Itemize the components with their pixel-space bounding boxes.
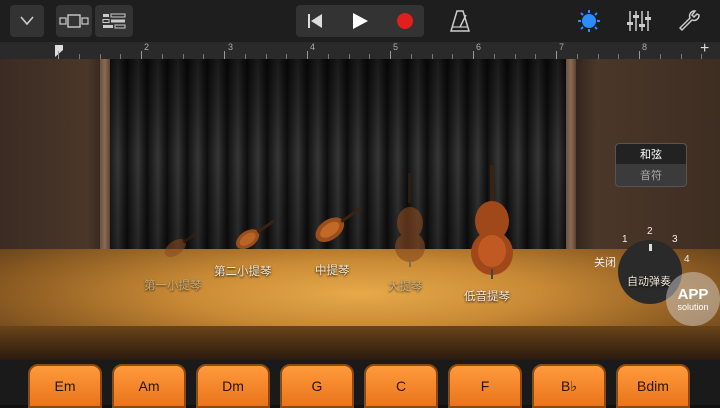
ruler-mark: 5	[393, 42, 399, 52]
top-toolbar	[0, 0, 720, 42]
ruler-mark: 2	[144, 42, 150, 52]
ruler-tick	[473, 51, 474, 59]
chord-button[interactable]: G	[280, 364, 354, 408]
ruler-mark: 4	[310, 42, 316, 52]
playhead-icon[interactable]	[54, 44, 64, 58]
watermark-text: APP	[677, 285, 709, 303]
ruler-tick	[390, 51, 391, 59]
ruler-tick	[58, 51, 59, 59]
stage-pillar-left	[100, 59, 110, 269]
wrench-icon[interactable]	[674, 5, 706, 37]
dropdown-icon[interactable]	[10, 5, 44, 37]
ruler-tick	[556, 51, 557, 59]
cello-label[interactable]: 大提琴	[388, 278, 423, 294]
ruler-tick	[141, 51, 142, 59]
viola-icon[interactable]	[306, 195, 370, 253]
ruler-mark: 8	[642, 42, 648, 52]
autoplay-position[interactable]: 4	[684, 254, 690, 265]
chords-notes-switch: 和弦 音符	[615, 143, 687, 187]
chord-button[interactable]: Bdim	[616, 364, 690, 408]
timeline-ruler[interactable]: 2 3 4 5 6 7 8 +	[0, 40, 720, 60]
mixer-icon[interactable]	[95, 5, 133, 37]
autoplay-position[interactable]: 3	[672, 234, 678, 245]
knob-indicator	[649, 244, 652, 251]
autoplay-position[interactable]: 2	[647, 226, 653, 237]
chord-button[interactable]: Em	[28, 364, 102, 408]
autoplay-label: 自动弹奏	[627, 276, 671, 288]
stage-wall-left	[0, 59, 110, 274]
first-violin-icon[interactable]	[156, 219, 206, 269]
second-violin-icon[interactable]	[228, 209, 282, 259]
rewind-icon[interactable]	[296, 5, 334, 37]
eq-sliders-icon[interactable]	[622, 5, 656, 37]
ruler-tick	[224, 51, 225, 59]
watermark-subtext: solution	[677, 301, 709, 312]
metronome-icon[interactable]	[444, 5, 476, 37]
tracks-view-icon[interactable]	[56, 5, 92, 37]
ruler-mark: 7	[559, 42, 565, 52]
ruler-tick	[307, 51, 308, 59]
ruler-mark: 3	[228, 42, 234, 52]
chord-button[interactable]: C	[364, 364, 438, 408]
autoplay-off-label[interactable]: 关闭	[594, 254, 616, 270]
chord-strip	[0, 360, 720, 405]
viola-label[interactable]: 中提琴	[315, 262, 350, 278]
chord-button[interactable]: Am	[112, 364, 186, 408]
notes-mode-button[interactable]: 音符	[616, 165, 686, 185]
double-bass-label[interactable]: 低音提琴	[464, 288, 510, 304]
stage-area: 第一小提琴 第二小提琴 中提琴 大提琴 低音提琴 和弦 音符 1 2 3 4 关…	[0, 59, 720, 360]
first-violin-label[interactable]: 第一小提琴	[144, 277, 202, 293]
chords-mode-button[interactable]: 和弦	[616, 144, 686, 164]
chord-button[interactable]: Dm	[196, 364, 270, 408]
ruler-tick	[639, 51, 640, 59]
chord-button[interactable]: B♭	[532, 364, 606, 408]
second-violin-label[interactable]: 第二小提琴	[214, 263, 272, 279]
stage-pillar-right	[566, 59, 576, 269]
ruler-mark: 6	[476, 42, 482, 52]
watermark-logo: APP solution	[666, 272, 720, 326]
chord-button[interactable]: F	[448, 364, 522, 408]
play-icon[interactable]	[340, 5, 380, 37]
double-bass-icon[interactable]	[468, 163, 516, 279]
autoplay-position[interactable]: 1	[622, 234, 628, 245]
settings-knob-icon[interactable]	[574, 5, 604, 37]
record-icon[interactable]	[386, 5, 424, 37]
cello-icon[interactable]	[392, 171, 428, 267]
